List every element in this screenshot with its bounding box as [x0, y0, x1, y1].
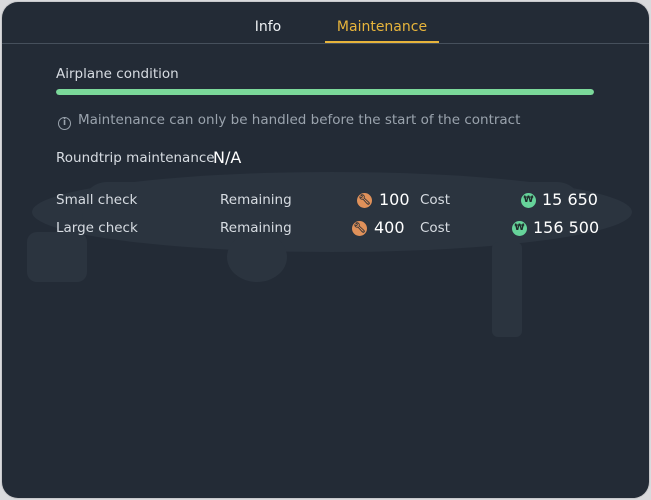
coin-icon: ₩ — [521, 193, 536, 208]
tab-info[interactable]: Info — [248, 2, 288, 42]
small-check-remaining-value: 100 — [379, 190, 410, 209]
tab-bar: Info Maintenance — [2, 2, 649, 44]
roundtrip-maintenance-label: Roundtrip maintenance — [56, 150, 215, 166]
small-check-cost-label: Cost — [420, 192, 451, 208]
wrench-icon: 🔧︎ — [357, 193, 372, 208]
large-check-remaining-value: 400 — [374, 218, 405, 237]
large-check-label: Large check — [56, 220, 138, 236]
large-check-remaining-label: Remaining — [220, 220, 292, 236]
small-check-remaining-label: Remaining — [220, 192, 292, 208]
small-check-cost-value: 15 650 — [542, 190, 598, 209]
tab-maintenance[interactable]: Maintenance — [325, 2, 439, 43]
active-tab-indicator — [325, 41, 439, 43]
maintenance-note: i Maintenance can only be handled before … — [58, 112, 520, 130]
airplane-condition-label: Airplane condition — [56, 66, 179, 82]
tab-maintenance-label: Maintenance — [336, 19, 428, 35]
airplane-condition-fill — [56, 89, 594, 95]
wrench-icon: 🔧︎ — [352, 221, 367, 236]
small-check-label: Small check — [56, 192, 138, 208]
info-icon: i — [58, 117, 71, 130]
coin-icon: ₩ — [512, 221, 527, 236]
large-check-cost-label: Cost — [420, 220, 451, 236]
maintenance-panel: Info Maintenance Airplane condition i Mai… — [2, 2, 649, 498]
maintenance-note-text: Maintenance can only be handled before t… — [78, 112, 521, 128]
airplane-condition-bar — [56, 89, 594, 95]
large-check-cost-value: 156 500 — [533, 218, 600, 237]
maintenance-content: Airplane condition i Maintenance can only… — [2, 44, 649, 498]
roundtrip-maintenance-value: N/A — [213, 148, 242, 167]
